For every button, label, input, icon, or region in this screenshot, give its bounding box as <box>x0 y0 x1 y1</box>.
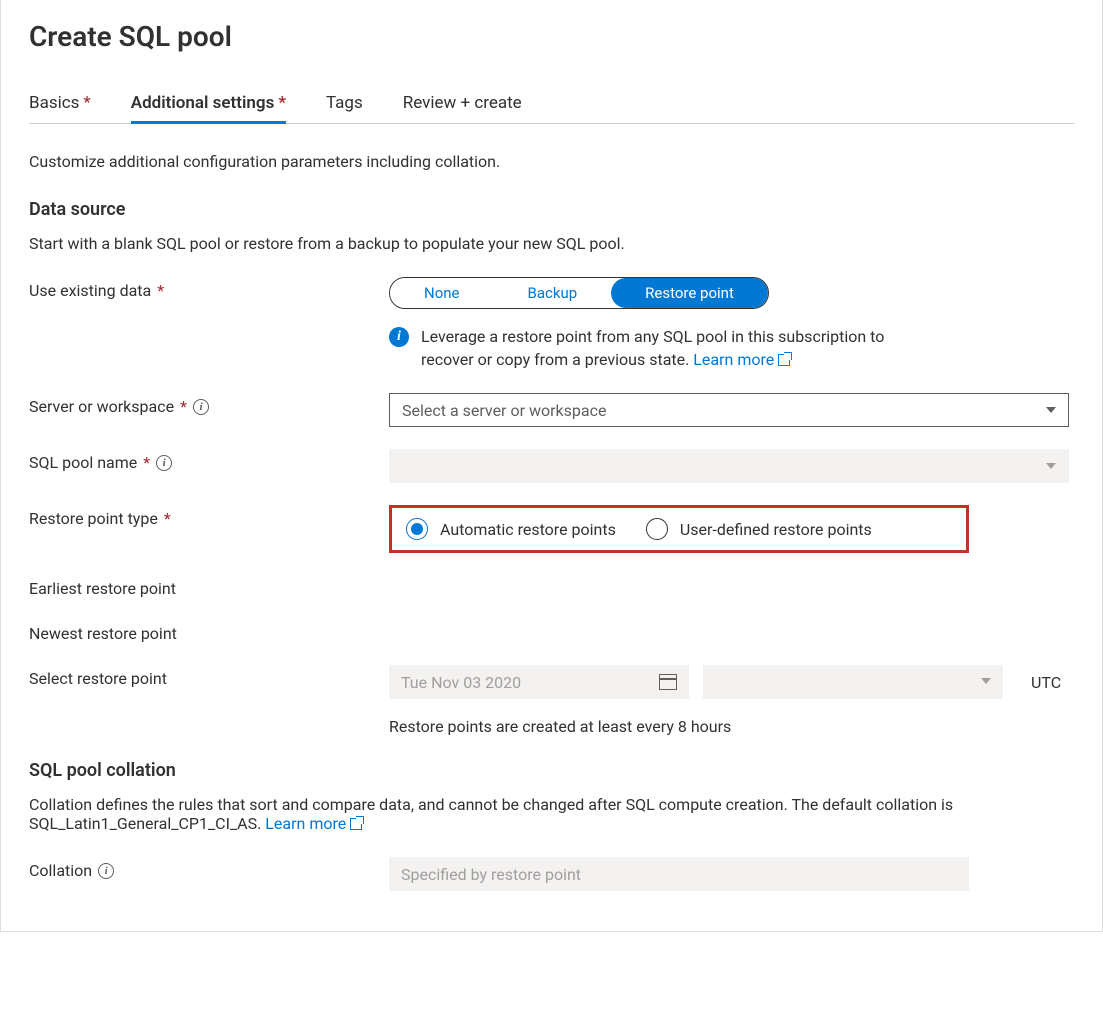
restore-point-type-label: Restore point type <box>29 509 158 528</box>
tab-tags-label: Tags <box>326 93 363 113</box>
required-indicator: * <box>164 509 171 528</box>
section-collation: SQL pool collation <box>29 760 1074 781</box>
earliest-restore-point-label: Earliest restore point <box>29 579 176 598</box>
seg-none[interactable]: None <box>390 278 494 308</box>
collation-label: Collation <box>29 861 92 880</box>
collation-learn-more-link[interactable]: Learn more <box>265 814 362 833</box>
section-data-source: Data source <box>29 199 1074 220</box>
calendar-icon <box>659 674 677 690</box>
tab-basics[interactable]: Basics* <box>29 85 91 123</box>
use-existing-data-label: Use existing data <box>29 281 151 300</box>
restore-info-text: Leverage a restore point from any SQL po… <box>421 325 909 371</box>
data-source-desc: Start with a blank SQL pool or restore f… <box>29 234 1074 253</box>
info-icon[interactable]: i <box>98 863 114 879</box>
info-icon[interactable]: i <box>156 455 172 471</box>
external-link-icon <box>350 818 362 830</box>
tab-review-create[interactable]: Review + create <box>403 85 522 123</box>
required-indicator: * <box>83 93 90 113</box>
external-link-icon <box>778 354 790 366</box>
radio-automatic[interactable]: Automatic restore points <box>406 518 616 540</box>
server-workspace-select[interactable]: Select a server or workspace <box>389 393 1069 427</box>
restore-date-value: Tue Nov 03 2020 <box>401 673 521 692</box>
radio-user-defined-label: User-defined restore points <box>680 520 872 539</box>
restore-date-input[interactable]: Tue Nov 03 2020 <box>389 665 689 699</box>
required-indicator: * <box>278 93 286 113</box>
restore-point-hint: Restore points are created at least ever… <box>389 717 1069 736</box>
restore-point-type-group: Automatic restore points User-defined re… <box>389 505 969 553</box>
tab-review-label: Review + create <box>403 93 522 113</box>
seg-backup[interactable]: Backup <box>494 278 612 308</box>
seg-restore-point[interactable]: Restore point <box>611 278 768 308</box>
radio-icon <box>646 518 668 540</box>
collation-input: Specified by restore point <box>389 857 969 891</box>
tab-basics-label: Basics <box>29 93 79 113</box>
required-indicator: * <box>157 281 164 300</box>
tab-additional-label: Additional settings <box>131 93 275 113</box>
tab-tags[interactable]: Tags <box>326 85 363 123</box>
server-label: Server or workspace <box>29 397 174 416</box>
required-indicator: * <box>143 453 150 472</box>
page-title: Create SQL pool <box>29 20 1074 53</box>
timezone-label: UTC <box>1031 673 1061 692</box>
required-indicator: * <box>180 397 187 416</box>
info-icon: i <box>389 327 409 347</box>
use-existing-data-toggle: None Backup Restore point <box>389 277 769 309</box>
sql-pool-name-select[interactable] <box>389 449 1069 483</box>
sql-pool-name-label: SQL pool name <box>29 453 137 472</box>
radio-icon <box>406 518 428 540</box>
intro-text: Customize additional configuration param… <box>29 152 1074 171</box>
tabs: Basics* Additional settings* Tags Review… <box>29 85 1074 124</box>
info-icon[interactable]: i <box>193 399 209 415</box>
learn-more-link[interactable]: Learn more <box>693 350 790 369</box>
tab-additional-settings[interactable]: Additional settings* <box>131 85 286 123</box>
newest-restore-point-label: Newest restore point <box>29 624 177 643</box>
restore-time-select[interactable] <box>703 665 1003 699</box>
radio-automatic-label: Automatic restore points <box>440 520 616 539</box>
collation-desc: Collation defines the rules that sort an… <box>29 795 1074 833</box>
select-restore-point-label: Select restore point <box>29 669 167 688</box>
radio-user-defined[interactable]: User-defined restore points <box>646 518 872 540</box>
